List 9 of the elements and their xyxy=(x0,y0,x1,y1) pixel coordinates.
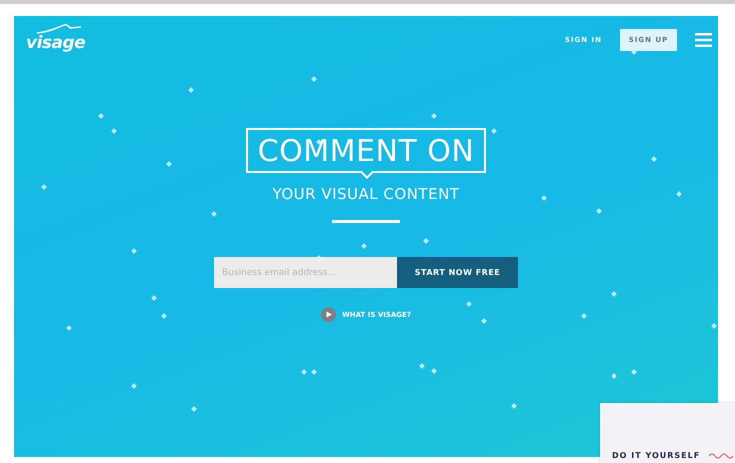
card-title: DO IT YOURSELF xyxy=(612,451,700,460)
underline-rule xyxy=(332,220,400,223)
subheadline: YOUR VISUAL CONTENT xyxy=(272,185,460,203)
logo[interactable]: visage xyxy=(26,27,86,53)
start-button[interactable]: START NOW FREE xyxy=(397,257,518,288)
mountain-icon xyxy=(36,23,82,35)
play-icon xyxy=(321,307,336,322)
menu-icon[interactable] xyxy=(695,33,712,47)
squiggle-icon xyxy=(708,452,734,460)
